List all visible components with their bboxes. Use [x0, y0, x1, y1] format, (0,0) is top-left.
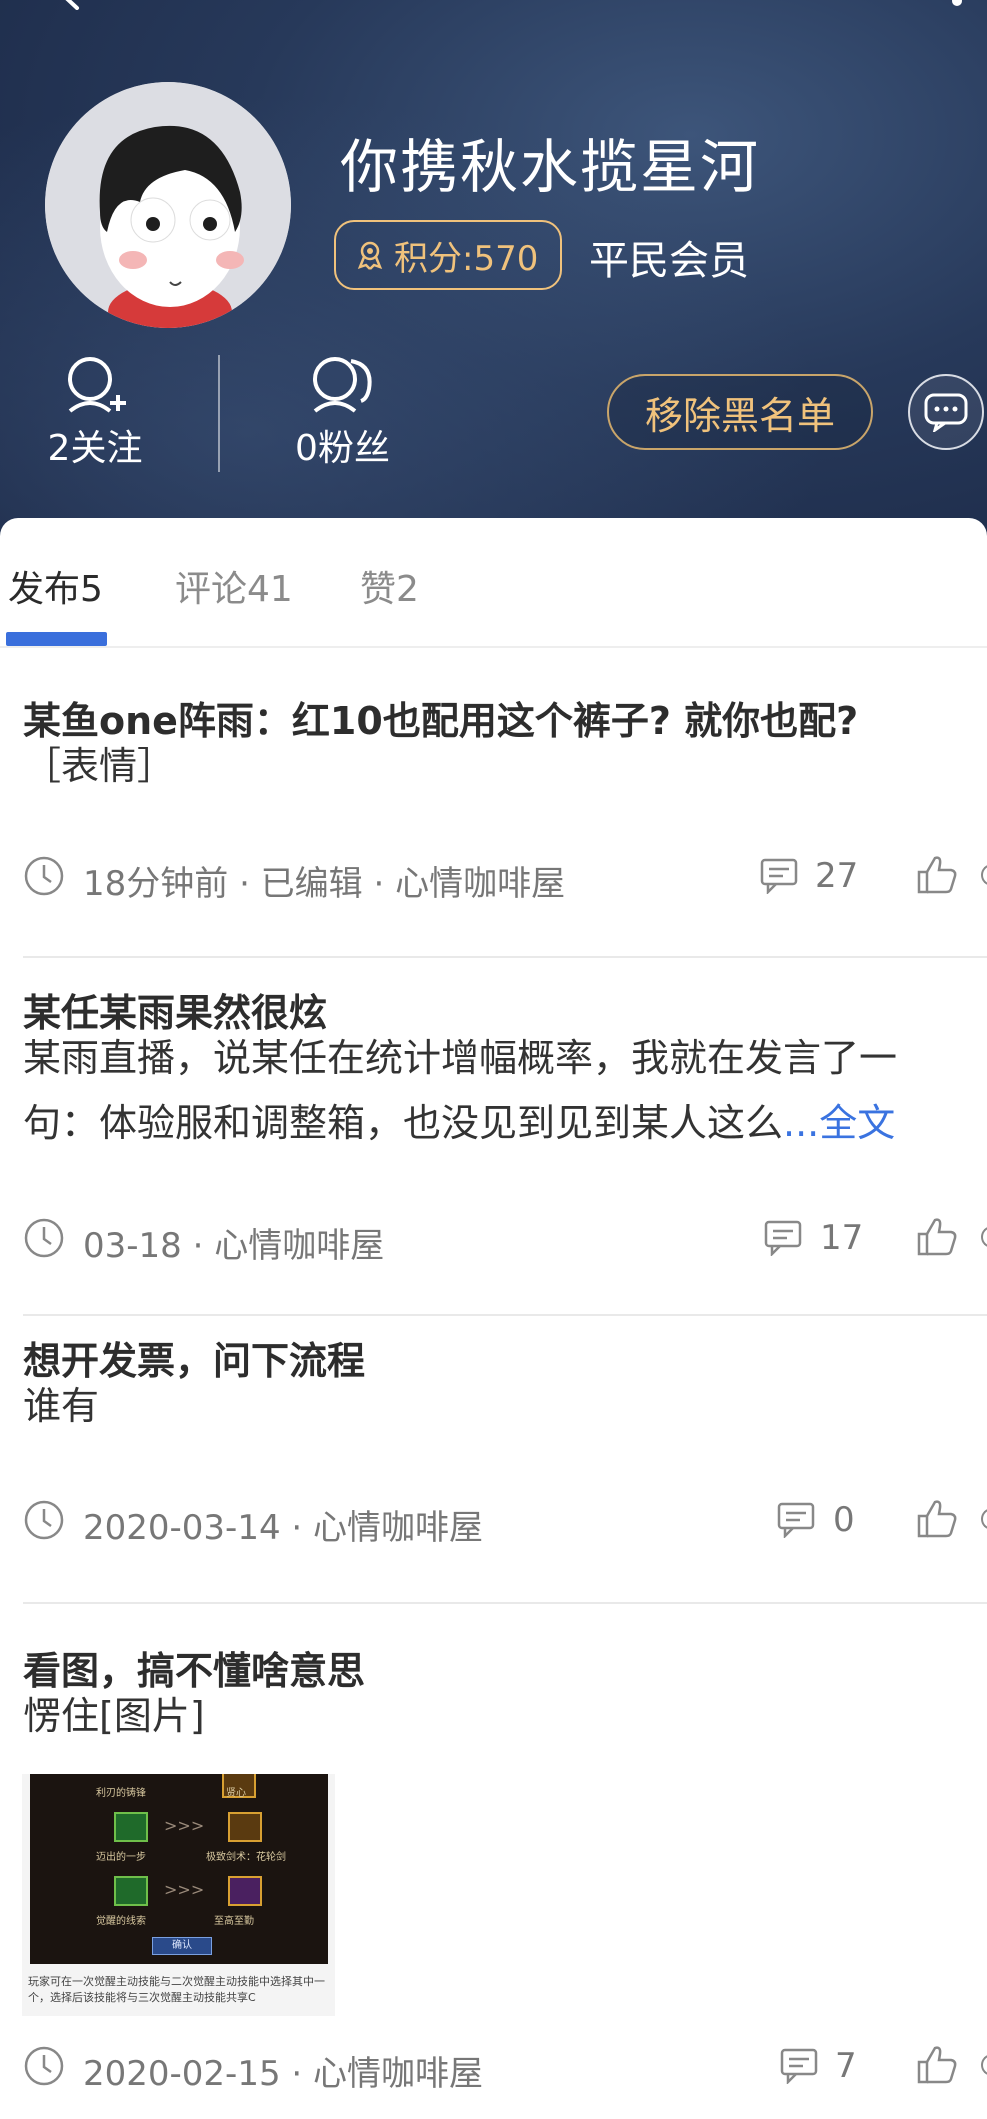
more-options-icon[interactable]: [950, 0, 964, 10]
post-body-line: ［表情］: [23, 744, 176, 788]
comment-icon[interactable]: [780, 2048, 818, 2084]
thumbs-up-icon[interactable]: [915, 1496, 959, 1540]
back-arrow-icon[interactable]: [55, 0, 85, 10]
clock-icon: [24, 1500, 64, 1540]
post-item[interactable]: 某任某雨果然很炫 某雨直播，说某任在统计增幅概率，我就在发言了一 句：体验服和调…: [0, 982, 987, 1316]
game-confirm-button: 确认: [152, 1937, 212, 1955]
comment-count: 7: [835, 2046, 857, 2086]
game-skill-node: [114, 1876, 148, 1906]
post-body-line: 谁有: [23, 1384, 100, 1428]
game-arrow: >>>: [164, 1816, 205, 1835]
comment-icon[interactable]: [764, 1220, 802, 1256]
fans-count: 0粉丝: [295, 428, 390, 469]
tab-likes[interactable]: 赞2: [360, 560, 419, 612]
share-icon-partial[interactable]: [981, 864, 987, 886]
message-button[interactable]: [908, 374, 984, 450]
thumbs-up-icon[interactable]: [915, 2042, 959, 2086]
stat-divider: [218, 355, 220, 472]
post-separator: [23, 956, 987, 958]
profile-header: 你携秋水揽星河 积分:570 平民会员 2关注 0粉丝 移除黑名单: [0, 0, 987, 540]
post-image[interactable]: 利刃的铸锋 贤心 >>> 迈出的一步 极致剑术：花轮剑 >>> 觉醒的线索 至高…: [22, 1774, 335, 2016]
thumbs-up-icon[interactable]: [915, 852, 959, 896]
comment-icon[interactable]: [760, 858, 798, 894]
clock-icon: [24, 1218, 64, 1258]
post-meta-text: 18分钟前 · 已编辑 · 心情咖啡屋: [83, 864, 566, 904]
game-label: 迈出的一步: [96, 1852, 146, 1863]
share-icon-partial[interactable]: [981, 2054, 987, 2076]
avatar[interactable]: [45, 82, 291, 328]
tab-posts[interactable]: 发布5: [8, 560, 103, 612]
follow-user-icon: [68, 357, 126, 413]
fans-users-icon: [312, 357, 372, 413]
member-level: 平民会员: [589, 238, 749, 284]
fans-stat[interactable]: 0粉丝: [280, 355, 405, 471]
post-meta: 2020-02-15 · 心情咖啡屋 7: [23, 2040, 987, 2094]
game-skill-node: [228, 1812, 262, 1842]
active-tab-indicator: [6, 632, 107, 646]
post-meta: 2020-03-14 · 心情咖啡屋 0: [23, 1494, 987, 1548]
post-item[interactable]: 看图，搞不懂啥意思 愣住[图片] 利刃的铸锋 贤心 >>> 迈出的一步 极致剑术…: [0, 1640, 987, 2119]
clock-icon: [24, 2046, 64, 2086]
post-separator: [23, 1314, 987, 1316]
read-full-link[interactable]: ...全文: [783, 1101, 895, 1145]
post-item[interactable]: 某鱼one阵雨：红10也配用这个裤子? 就你也配? ［表情］ 18分钟前 · 已…: [0, 690, 987, 958]
follow-count: 2关注: [47, 428, 143, 469]
game-label: 极致剑术：花轮剑: [206, 1852, 286, 1863]
game-label: 觉醒的线索: [96, 1916, 146, 1927]
content-panel: 发布5 评论41 赞2 某鱼one阵雨：红10也配用这个裤子? 就你也配? ［表…: [0, 518, 987, 2119]
points-badge[interactable]: 积分:570: [334, 220, 562, 290]
post-body-line: 句：体验服和调整箱，也没见到见到某人这么...全文: [23, 1091, 895, 1156]
post-item[interactable]: 想开发票，问下流程 谁有 2020-03-14 · 心情咖啡屋 0: [0, 1330, 987, 1604]
post-meta-text: 2020-02-15 · 心情咖啡屋: [83, 2054, 484, 2094]
comment-count: 0: [833, 1500, 855, 1540]
post-meta: 03-18 · 心情咖啡屋 17: [23, 1212, 987, 1266]
chat-bubble-icon: [924, 393, 968, 432]
remove-blacklist-button[interactable]: 移除黑名单: [607, 374, 873, 450]
share-icon-partial[interactable]: [981, 1508, 987, 1530]
clock-icon: [24, 856, 64, 896]
game-label: 利刃的铸锋: [96, 1788, 146, 1799]
follow-stat[interactable]: 2关注: [45, 355, 145, 471]
medal-icon: [357, 241, 383, 270]
game-label: 至高至勤: [214, 1916, 254, 1927]
game-skill-node: [114, 1812, 148, 1842]
tab-comments[interactable]: 评论41: [175, 560, 293, 612]
comment-count: 17: [820, 1218, 864, 1258]
tab-bar: 发布5 评论41 赞2: [0, 518, 987, 648]
username: 你携秋水揽星河: [340, 133, 761, 201]
post-body-text: 句：体验服和调整箱，也没见到见到某人这么: [23, 1101, 784, 1145]
post-meta-text: 03-18 · 心情咖啡屋: [83, 1226, 385, 1266]
image-caption: 玩家可在一次觉醒主动技能与二次觉醒主动技能中选择其中一个，选择后该技能将与三次觉…: [28, 1975, 325, 2004]
post-meta: 18分钟前 · 已编辑 · 心情咖啡屋 27: [23, 850, 987, 904]
post-meta-text: 2020-03-14 · 心情咖啡屋: [83, 1508, 484, 1548]
game-label: 贤心: [226, 1788, 246, 1799]
game-skill-node: [228, 1876, 262, 1906]
comment-icon[interactable]: [777, 1502, 815, 1538]
game-screenshot: 利刃的铸锋 贤心 >>> 迈出的一步 极致剑术：花轮剑 >>> 觉醒的线索 至高…: [30, 1774, 328, 1964]
post-separator: [23, 1602, 987, 1604]
game-arrow: >>>: [164, 1880, 205, 1899]
points-label: 积分:570: [394, 238, 539, 279]
post-body-line: 愣住[图片]: [23, 1694, 205, 1738]
share-icon-partial[interactable]: [981, 1226, 987, 1248]
thumbs-up-icon[interactable]: [915, 1214, 959, 1258]
post-body-line: 某雨直播，说某任在统计增幅概率，我就在发言了一: [23, 1036, 898, 1080]
comment-count: 27: [815, 856, 859, 896]
